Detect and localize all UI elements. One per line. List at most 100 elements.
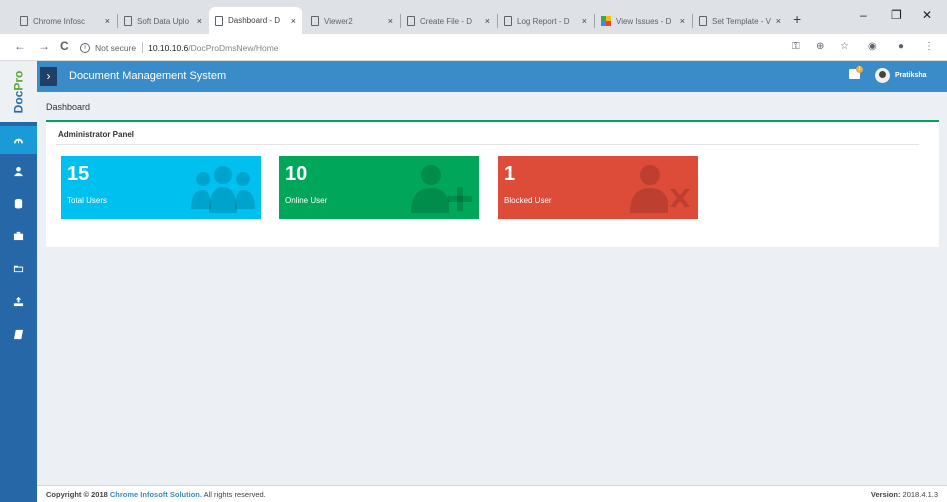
version-label: Version: [870,490,901,499]
info-icon[interactable]: i [80,42,90,53]
browser-tab[interactable]: Set Template - V × [693,8,787,34]
company-link[interactable]: Chrome Infosoft Solution. [110,490,202,499]
url-host: 10.10.10.6 [148,42,189,53]
stat-box-total-users[interactable]: 15 Total Users [61,156,261,219]
tab-close-icon[interactable]: × [197,16,202,26]
sidebar-item-users[interactable] [0,157,37,185]
browser-tab-active[interactable]: Dashboard - D × [209,7,302,34]
page-icon [20,16,28,26]
forward-button[interactable]: → [38,39,50,53]
logo-text-pro: Pro [11,70,26,91]
page-icon [504,16,512,26]
admin-panel: Administrator Panel 15 Total Users 10 On… [46,120,939,247]
page-icon [124,16,132,26]
address-bar[interactable]: i Not secure 10.10.10.6 /DocProDmsNew/Ho… [80,38,780,57]
rights-text: All rights reserved. [203,490,266,499]
sidebar-item-folder[interactable] [0,254,37,282]
page-icon [699,16,707,26]
user-icon [13,166,24,176]
sidebar-toggle-button[interactable]: › [40,67,57,86]
docpro-logo: DocPro [0,61,37,122]
page-icon [407,16,415,26]
zoom-icon[interactable]: ⊕ [816,41,824,52]
browser-tab-strip: Chrome Infosc × Soft Data Uplo × Dashboa… [0,0,947,34]
app-header: › Document Management System 1 Pratiksha [37,61,947,92]
stat-value: 1 [504,163,516,185]
issues-favicon-icon [601,16,611,26]
tab-close-icon[interactable]: × [105,16,110,26]
stat-value: 15 [67,163,90,185]
tab-label: Create File - D [420,16,473,26]
tab-close-icon[interactable]: × [388,16,393,26]
browser-tab[interactable]: Create File - D × [401,8,496,34]
sidebar-item-database[interactable] [0,189,37,217]
reload-button[interactable]: C [60,39,69,53]
extension-icon[interactable]: ◉ [868,41,877,52]
tab-label: Dashboard - D [228,16,281,25]
folder-icon [13,265,24,272]
database-icon [14,198,23,209]
notification-badge: 1 [856,66,863,73]
browser-tab[interactable]: View Issues - D × [595,8,691,34]
browser-toolbar: ← → C i Not secure 10.10.10.6 /DocProDms… [0,34,947,61]
app-sidebar: DocPro [0,61,37,502]
tab-close-icon[interactable]: × [582,16,587,26]
bookmark-star-icon[interactable]: ☆ [840,41,849,52]
sidebar-item-briefcase[interactable] [0,221,37,249]
browser-menu-icon[interactable]: ⋮ [924,41,934,52]
tab-label: Log Report - D [517,16,570,26]
tab-close-icon[interactable]: × [776,16,781,26]
logo-text-doc: Doc [11,90,26,113]
browser-tab[interactable]: Viewer2 × [305,8,399,34]
app-title: Document Management System [69,70,227,82]
tab-label: Set Template - V [712,16,771,26]
key-icon[interactable]: ⚿ [792,41,800,52]
upload-icon [13,296,24,306]
user-plus-icon [409,163,473,213]
window-minimize-button[interactable]: – [860,8,867,22]
new-tab-button[interactable]: + [793,11,801,27]
sidebar-item-dashboard[interactable] [0,126,37,154]
users-icon [191,163,255,213]
briefcase-icon [13,231,24,240]
profile-icon[interactable]: ● [898,41,904,52]
panel-title: Administrator Panel [58,130,135,139]
stat-label: Online User [285,196,328,205]
stat-label: Blocked User [504,196,552,205]
copyright-text: Copyright © 2018 [46,490,108,499]
dashboard-icon [13,138,24,143]
tab-close-icon[interactable]: × [485,16,490,26]
stat-label: Total Users [67,196,108,205]
page-icon [311,16,319,26]
browser-tab[interactable]: Soft Data Uplo × [118,8,208,34]
stat-value: 10 [285,163,308,185]
tab-label: View Issues - D [616,16,672,26]
stat-box-blocked-users[interactable]: 1 Blocked User [498,156,698,219]
window-close-button[interactable]: ✕ [922,8,932,22]
tab-close-icon[interactable]: × [291,16,296,26]
panel-divider [56,144,919,145]
tab-label: Viewer2 [324,16,353,26]
version-number: 2018.4.1.3 [902,490,938,499]
breadcrumb: Dashboard [46,102,91,112]
omnibox-separator [142,42,144,53]
security-status: Not secure [95,42,137,53]
book-icon [13,329,24,339]
url-path: /DocProDmsNew/Home [188,42,279,53]
browser-tab[interactable]: Log Report - D × [498,8,593,34]
page-icon [215,15,223,26]
sidebar-item-book[interactable] [0,320,37,348]
stat-box-online-users[interactable]: 10 Online User [279,156,479,219]
browser-tab[interactable]: Chrome Infosc × [14,8,116,34]
user-times-icon [628,163,692,213]
window-maximize-button[interactable]: ❐ [891,8,902,22]
back-button[interactable]: ← [14,39,26,53]
main-content: Dashboard Administrator Panel 15 Total U… [37,92,947,485]
user-name[interactable]: Pratiksha [895,72,927,79]
sidebar-item-upload[interactable] [0,287,37,315]
tab-label: Soft Data Uplo [137,16,190,26]
tab-label: Chrome Infosc [33,16,86,26]
tab-close-icon[interactable]: × [680,16,685,26]
app-footer: Copyright © 2018 Chrome Infosoft Solutio… [37,485,947,502]
avatar[interactable] [875,68,890,83]
